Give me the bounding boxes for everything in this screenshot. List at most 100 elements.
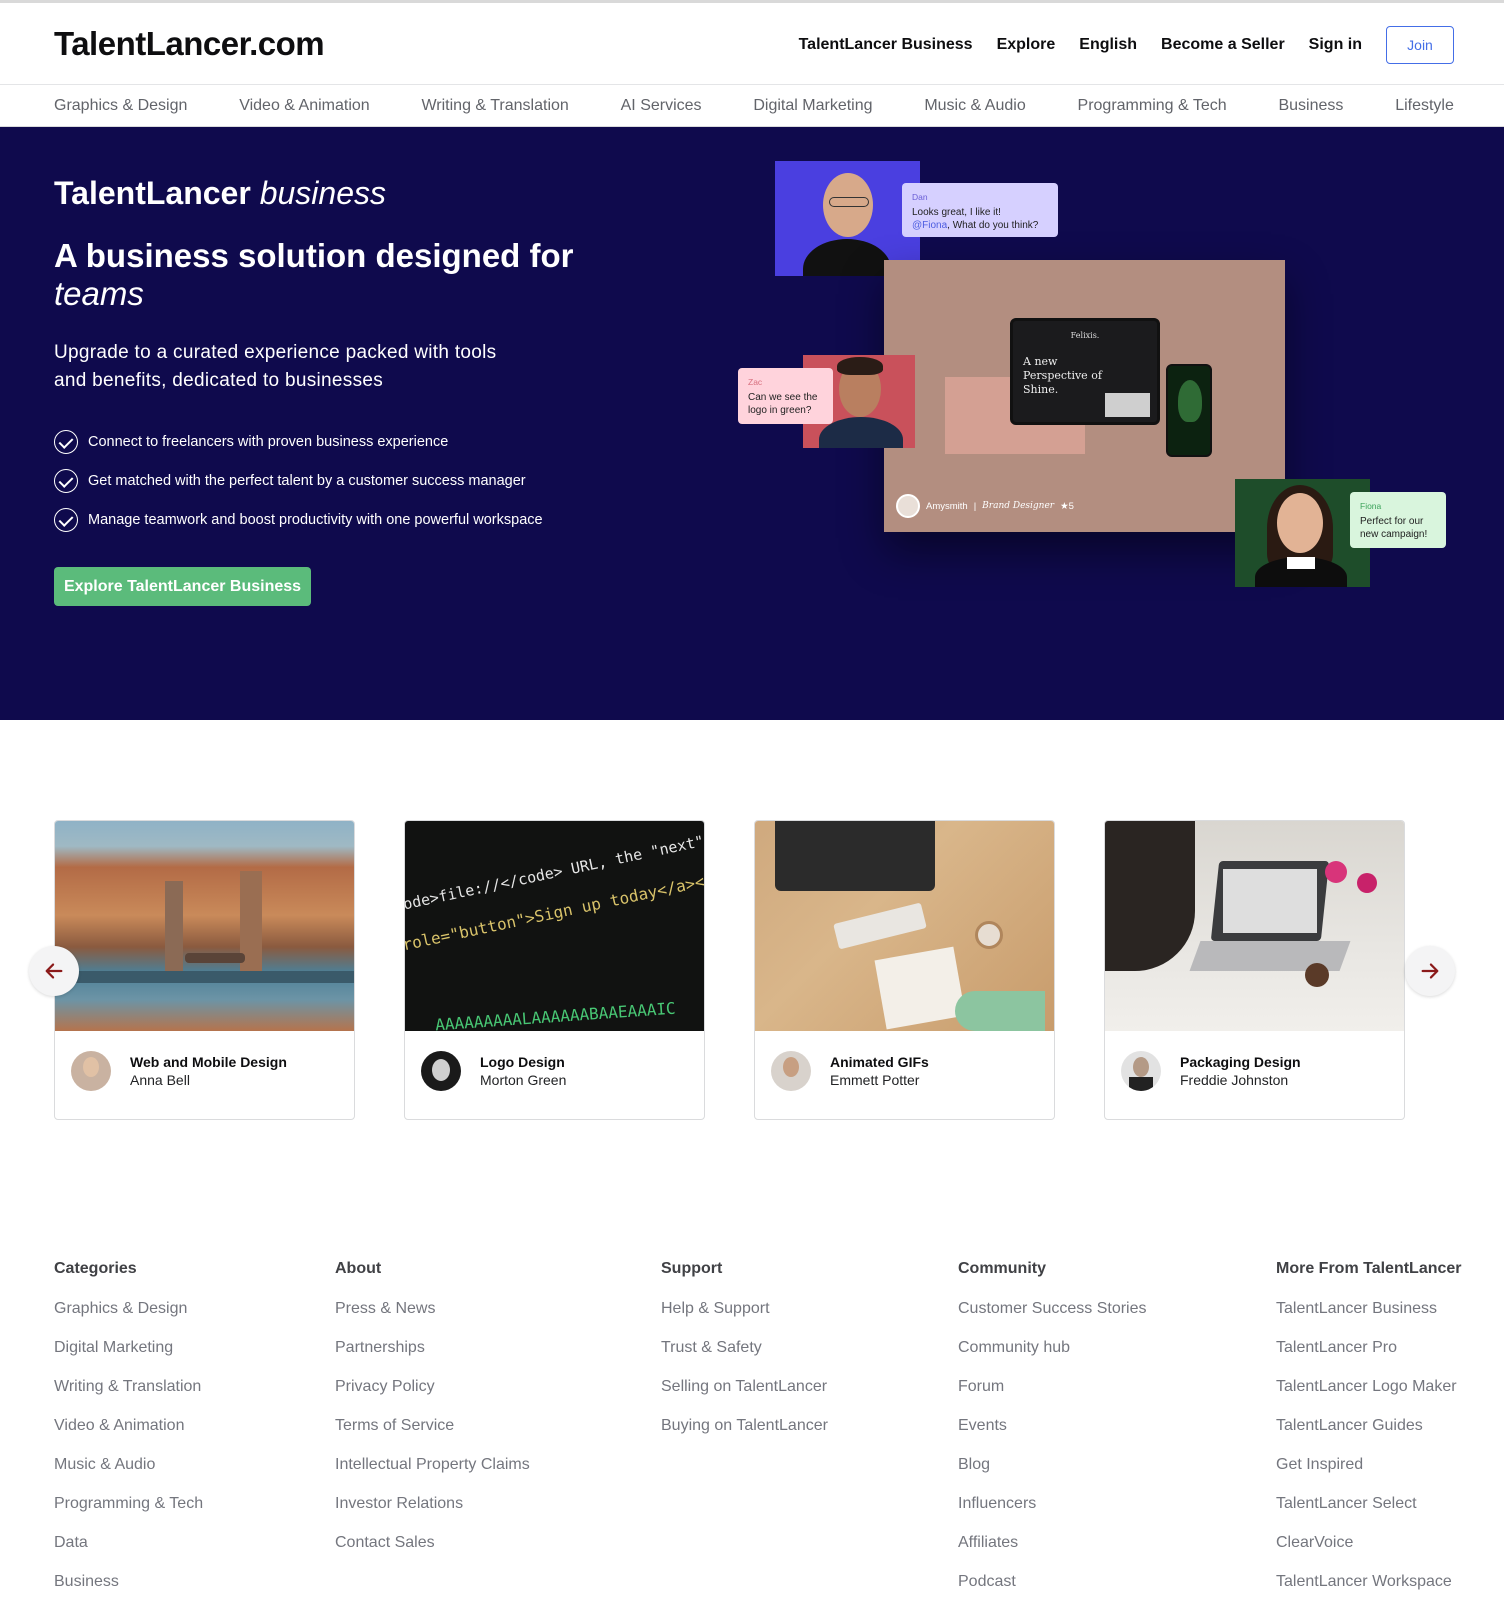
footer-more-column: More From TalentLancer TalentLancer Busi… [1276, 1260, 1462, 1612]
footer-link[interactable]: Help & Support [661, 1300, 828, 1339]
footer-heading: More From TalentLancer [1276, 1260, 1462, 1277]
seller-name[interactable]: Emmett Potter [830, 1072, 919, 1088]
footer-link[interactable]: Blog [958, 1456, 1147, 1495]
footer-link[interactable]: Partnerships [335, 1339, 530, 1378]
benefit-text: Connect to freelancers with proven busin… [88, 434, 449, 450]
zac-name: Zac [748, 377, 763, 387]
footer-link[interactable]: Podcast [958, 1573, 1147, 1612]
nav-become-seller-link[interactable]: Become a Seller [1161, 36, 1285, 54]
footer-link[interactable]: Intellectual Property Claims [335, 1456, 530, 1495]
footer-link[interactable]: Trust & Safety [661, 1339, 828, 1378]
category-lifestyle[interactable]: Lifestyle [1395, 97, 1454, 115]
gig-carousel: Web and Mobile Design Anna Bell code>fil… [0, 820, 1504, 1120]
fiona-comment-bubble: Fiona Perfect for our new campaign! [1350, 492, 1446, 548]
footer-heading: Community [958, 1260, 1046, 1277]
footer-link[interactable]: Customer Success Stories [958, 1300, 1147, 1339]
nav-language-link[interactable]: English [1079, 36, 1137, 54]
gig-card-logo-design[interactable]: code>file://</code> URL, the "next" role… [404, 820, 705, 1120]
seller-name[interactable]: Morton Green [480, 1072, 566, 1088]
footer-link[interactable]: Programming & Tech [54, 1495, 203, 1534]
footer-link[interactable]: Business [54, 1573, 203, 1612]
benefit-item: Connect to freelancers with proven busin… [54, 429, 543, 455]
footer-link[interactable]: TalentLancer Logo Maker [1276, 1378, 1462, 1417]
design-board: Felixis. A new Perspective of Shine. Amy… [884, 260, 1285, 532]
gig-title[interactable]: Packaging Design [1180, 1054, 1301, 1070]
category-business[interactable]: Business [1278, 97, 1343, 115]
footer-link[interactable]: Community hub [958, 1339, 1147, 1378]
carousel-prev-button[interactable] [29, 946, 79, 996]
footer-link[interactable]: Forum [958, 1378, 1147, 1417]
hero-brand-name: TalentLancer [54, 175, 251, 211]
zac-comment-bubble: Zac Can we see the logo in green? [738, 368, 833, 424]
arrow-right-icon [1421, 963, 1439, 979]
arrow-left-icon [45, 963, 63, 979]
footer-link[interactable]: Video & Animation [54, 1417, 203, 1456]
site-logo[interactable]: TalentLancer.com [54, 25, 325, 63]
footer-link[interactable]: Writing & Translation [54, 1378, 203, 1417]
explore-business-button[interactable]: Explore TalentLancer Business [54, 567, 311, 606]
category-writing-translation[interactable]: Writing & Translation [421, 97, 568, 115]
category-programming-tech[interactable]: Programming & Tech [1078, 97, 1227, 115]
nav-business-link[interactable]: TalentLancer Business [799, 36, 973, 54]
dan-photo [775, 161, 920, 276]
footer-link[interactable]: TalentLancer Select [1276, 1495, 1462, 1534]
site-footer: Categories Graphics & Design Digital Mar… [0, 1260, 1504, 1622]
category-nav: Graphics & Design Video & Animation Writ… [0, 85, 1504, 127]
category-ai-services[interactable]: AI Services [621, 97, 702, 115]
category-graphics-design[interactable]: Graphics & Design [54, 97, 187, 115]
join-button[interactable]: Join [1386, 26, 1454, 64]
footer-link[interactable]: Digital Marketing [54, 1339, 203, 1378]
footer-link[interactable]: Contact Sales [335, 1534, 530, 1573]
footer-link[interactable]: Data [54, 1534, 203, 1573]
footer-link[interactable]: Terms of Service [335, 1417, 530, 1456]
seller-avatar [771, 1051, 811, 1091]
site-header: TalentLancer.com TalentLancer Business E… [0, 3, 1504, 85]
footer-link[interactable]: TalentLancer Guides [1276, 1417, 1462, 1456]
fiona-name: Fiona [1360, 501, 1382, 511]
gig-card-web-mobile-design[interactable]: Web and Mobile Design Anna Bell [54, 820, 355, 1120]
footer-link[interactable]: Music & Audio [54, 1456, 203, 1495]
seller-name[interactable]: Anna Bell [130, 1072, 190, 1088]
seller-name[interactable]: Freddie Johnston [1180, 1072, 1288, 1088]
footer-link[interactable]: Influencers [958, 1495, 1147, 1534]
designer-credit: Amysmith | Brand Designer ★5 [896, 494, 1074, 518]
gig-title[interactable]: Web and Mobile Design [130, 1054, 287, 1070]
check-circle-icon [54, 508, 78, 532]
footer-link[interactable]: Buying on TalentLancer [661, 1417, 828, 1456]
gig-title[interactable]: Animated GIFs [830, 1054, 929, 1070]
footer-link[interactable]: ClearVoice [1276, 1534, 1462, 1573]
carousel-next-button[interactable] [1405, 946, 1455, 996]
seller-avatar [71, 1051, 111, 1091]
gig-card-packaging-design[interactable]: Packaging Design Freddie Johnston [1104, 820, 1405, 1120]
category-music-audio[interactable]: Music & Audio [924, 97, 1025, 115]
gig-title[interactable]: Logo Design [480, 1054, 565, 1070]
footer-link[interactable]: Graphics & Design [54, 1300, 203, 1339]
footer-support-column: Support Help & Support Trust & Safety Se… [661, 1260, 828, 1456]
nav-explore-link[interactable]: Explore [997, 36, 1056, 54]
tablet-brand: Felixis. [1070, 331, 1100, 340]
footer-link[interactable]: TalentLancer Business [1276, 1300, 1462, 1339]
tablet-tagline: A new Perspective of Shine. [1023, 355, 1102, 396]
footer-link[interactable]: Selling on TalentLancer [661, 1378, 828, 1417]
hero-brand: TalentLancer business [54, 175, 386, 212]
footer-link[interactable]: Investor Relations [335, 1495, 530, 1534]
seller-avatar [421, 1051, 461, 1091]
benefit-item: Get matched with the perfect talent by a… [54, 468, 543, 494]
benefit-text: Manage teamwork and boost productivity w… [88, 512, 543, 528]
footer-link[interactable]: TalentLancer Workspace [1276, 1573, 1462, 1612]
footer-link[interactable]: Privacy Policy [335, 1378, 530, 1417]
hero-title-main: A business solution designed for [54, 237, 574, 274]
footer-link[interactable]: Get Inspired [1276, 1456, 1462, 1495]
hero-title-italic: teams [54, 275, 144, 312]
designer-avatar [896, 494, 920, 518]
gig-card-animated-gifs[interactable]: Animated GIFs Emmett Potter [754, 820, 1055, 1120]
designer-name: Amysmith [926, 500, 968, 512]
footer-link[interactable]: Press & News [335, 1300, 530, 1339]
category-video-animation[interactable]: Video & Animation [239, 97, 369, 115]
footer-link[interactable]: Affiliates [958, 1534, 1147, 1573]
footer-link[interactable]: Events [958, 1417, 1147, 1456]
footer-link[interactable]: TalentLancer Pro [1276, 1339, 1462, 1378]
category-digital-marketing[interactable]: Digital Marketing [753, 97, 872, 115]
desk-workspace-photo [755, 821, 1054, 1031]
nav-sign-in-link[interactable]: Sign in [1309, 36, 1362, 54]
